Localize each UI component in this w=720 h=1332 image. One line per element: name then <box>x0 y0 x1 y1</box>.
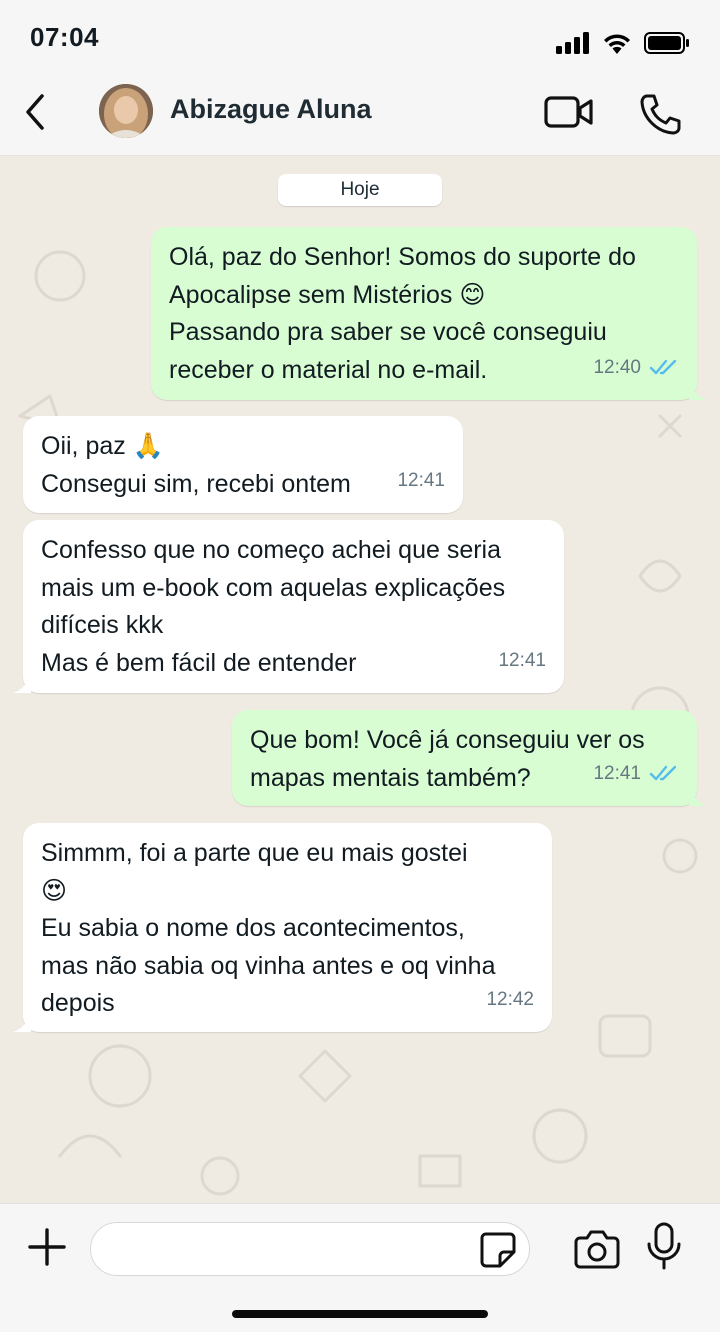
message-text: Simmm, foi a parte que eu mais gostei 😍 … <box>41 839 496 1017</box>
camera-icon <box>574 1230 620 1269</box>
message-bubble-incoming[interactable]: Oii, paz 🙏 Consegui sim, recebi ontem 12… <box>23 416 463 513</box>
message-meta: 12:41 <box>498 642 546 680</box>
contact-name[interactable]: Abizague Aluna <box>170 94 372 125</box>
message-time: 12:41 <box>593 762 641 784</box>
video-camera-icon <box>544 96 593 128</box>
sticker-icon <box>480 1232 516 1268</box>
message-text: Confesso que no começo achei que seria m… <box>41 536 506 677</box>
chat-header: Abizague Aluna <box>0 76 720 156</box>
camera-button[interactable] <box>574 1228 620 1270</box>
status-time: 07:04 <box>30 22 99 52</box>
bubble-tail <box>689 788 707 806</box>
sticker-button[interactable] <box>478 1230 518 1270</box>
chat-area[interactable]: Hoje Olá, paz do Senhor! Somos do suport… <box>0 156 720 1203</box>
message-time: 12:41 <box>498 649 546 671</box>
wifi-icon <box>604 34 630 54</box>
signal-icon <box>556 32 589 54</box>
voice-call-button[interactable] <box>638 92 682 136</box>
message-time: 12:41 <box>397 469 445 491</box>
status-bar: 07:04 <box>0 0 720 76</box>
microphone-button[interactable] <box>644 1220 684 1274</box>
chevron-left-icon <box>26 94 44 130</box>
phone-icon <box>640 94 681 135</box>
message-bubble-outgoing[interactable]: Olá, paz do Senhor! Somos do suporte do … <box>151 227 707 400</box>
message-time: 12:42 <box>486 988 534 1010</box>
status-icons <box>556 30 690 56</box>
message-bubble-incoming[interactable]: Simmm, foi a parte que eu mais gostei 😍 … <box>13 823 552 1032</box>
message-bubble-outgoing[interactable]: Que bom! Você já conseguiu ver os mapas … <box>232 710 707 806</box>
message-bubble-incoming[interactable]: Confesso que no começo achei que seria m… <box>13 520 564 693</box>
plus-icon <box>28 1228 66 1266</box>
double-check-read-icon <box>649 360 677 375</box>
bubble-tail <box>13 675 31 693</box>
avatar-photo <box>99 84 153 138</box>
bubble-tail <box>689 382 707 400</box>
date-chip: Hoje <box>278 174 442 206</box>
battery-icon <box>644 32 689 54</box>
message-text: Oii, paz 🙏 Consegui sim, recebi ontem <box>41 432 351 498</box>
back-button[interactable] <box>16 90 56 134</box>
microphone-icon <box>647 1222 681 1270</box>
double-check-read-icon <box>649 766 677 781</box>
home-indicator <box>232 1310 488 1318</box>
message-meta: 12:41 <box>593 755 679 793</box>
message-input[interactable] <box>90 1222 530 1276</box>
avatar[interactable] <box>99 84 153 138</box>
message-time: 12:40 <box>593 356 641 378</box>
video-call-button[interactable] <box>544 94 594 130</box>
message-meta: 12:41 <box>397 462 445 500</box>
message-meta: 12:42 <box>486 981 534 1019</box>
attach-button[interactable] <box>24 1224 70 1270</box>
message-meta: 12:40 <box>593 349 679 387</box>
bubble-tail <box>13 1014 31 1032</box>
